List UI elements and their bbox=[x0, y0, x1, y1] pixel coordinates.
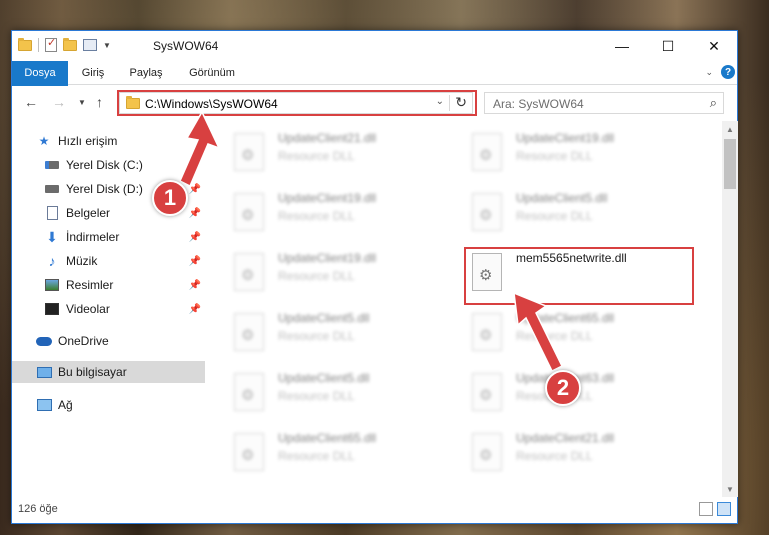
step-1-badge: 1 bbox=[152, 180, 188, 216]
step-2-badge: 2 bbox=[545, 370, 581, 406]
arrow-2-icon bbox=[513, 291, 564, 373]
annotation-arrows bbox=[179, 110, 564, 373]
arrow-1-icon bbox=[179, 110, 221, 188]
